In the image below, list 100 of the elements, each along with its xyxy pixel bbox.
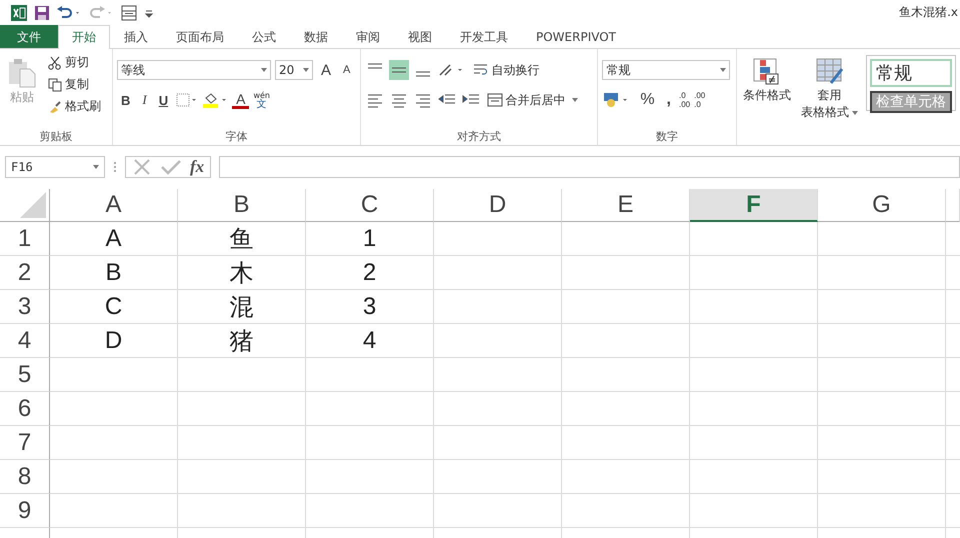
fill-color-icon[interactable]	[202, 92, 228, 108]
underline-button[interactable]: U	[154, 92, 172, 108]
row-header[interactable]: 6	[0, 392, 50, 426]
table-cell[interactable]	[562, 256, 690, 290]
ribbon-tab[interactable]: 页面布局	[162, 25, 238, 48]
row-header[interactable]: 8	[0, 460, 50, 494]
row-header[interactable]: 7	[0, 426, 50, 460]
checkmark-icon[interactable]	[160, 158, 182, 176]
ribbon-tab[interactable]: 开始	[58, 25, 110, 49]
table-cell[interactable]	[434, 426, 562, 460]
table-cell[interactable]: 木	[178, 256, 306, 290]
table-cell[interactable]	[178, 426, 306, 460]
table-cell[interactable]	[434, 290, 562, 324]
column-header[interactable]: F	[690, 189, 818, 222]
table-cell[interactable]	[434, 392, 562, 426]
formula-input[interactable]	[219, 156, 960, 178]
table-cell[interactable]	[690, 256, 818, 290]
table-cell[interactable]	[50, 460, 178, 494]
table-cell[interactable]	[562, 392, 690, 426]
table-cell[interactable]: A	[50, 222, 178, 256]
table-cell[interactable]	[690, 222, 818, 256]
column-header[interactable]: D	[434, 189, 562, 222]
redo-icon[interactable]	[88, 4, 114, 20]
table-cell[interactable]: 鱼	[178, 222, 306, 256]
table-cell[interactable]	[690, 494, 818, 528]
font-size-field[interactable]: 20	[274, 60, 313, 80]
name-box[interactable]: F16	[5, 156, 105, 178]
table-cell[interactable]: 4	[306, 324, 434, 358]
merge-center-button[interactable]: 合并后居中	[484, 90, 580, 110]
table-cell[interactable]	[690, 392, 818, 426]
insert-function-button[interactable]: fx	[190, 157, 204, 177]
ribbon-tab[interactable]: 审阅	[342, 25, 394, 48]
format-as-table-button[interactable]: 套用 表格格式	[799, 53, 860, 145]
row-header[interactable]: 4	[0, 324, 50, 358]
save-icon[interactable]	[34, 4, 50, 20]
table-cell[interactable]: 2	[306, 256, 434, 290]
table-cell[interactable]	[690, 324, 818, 358]
table-cell[interactable]	[50, 426, 178, 460]
row-header[interactable]: 1	[0, 222, 50, 256]
table-cell[interactable]	[50, 392, 178, 426]
align-middle-icon[interactable]	[388, 60, 409, 80]
select-all-icon[interactable]	[20, 192, 46, 218]
cancel-icon[interactable]	[132, 158, 152, 176]
italic-button[interactable]: I	[138, 92, 151, 108]
table-cell[interactable]	[818, 222, 946, 256]
decrease-decimal-button[interactable]: .00 .0	[694, 91, 706, 109]
table-cell[interactable]	[690, 426, 818, 460]
increase-decimal-button[interactable]: .0 .00	[679, 91, 690, 109]
row-header[interactable]: 9	[0, 494, 50, 528]
table-cell[interactable]	[562, 358, 690, 392]
row-header[interactable]: 2	[0, 256, 50, 290]
table-cell[interactable]	[690, 358, 818, 392]
table-cell[interactable]	[562, 426, 690, 460]
table-cell[interactable]	[306, 426, 434, 460]
table-cell[interactable]	[818, 392, 946, 426]
row-header[interactable]: 5	[0, 358, 50, 392]
conditional-format-button[interactable]: 条件格式	[741, 53, 794, 145]
row-header[interactable]: 3	[0, 290, 50, 324]
number-format-field[interactable]: 常规	[602, 60, 730, 80]
table-cell[interactable]: 混	[178, 290, 306, 324]
borders-icon[interactable]	[176, 93, 198, 107]
table-cell[interactable]: B	[50, 256, 178, 290]
cell-style-swatch[interactable]: 常规	[870, 59, 952, 87]
ribbon-tab[interactable]: POWERPIVOT	[522, 25, 630, 48]
table-cell[interactable]	[562, 222, 690, 256]
ribbon-tab[interactable]: 插入	[110, 25, 162, 48]
undo-icon[interactable]	[56, 4, 82, 20]
ribbon-tab[interactable]: 数据	[290, 25, 342, 48]
table-cell[interactable]	[818, 290, 946, 324]
table-cell[interactable]	[306, 392, 434, 426]
form-icon[interactable]	[120, 4, 138, 22]
column-header[interactable]: G	[818, 189, 946, 222]
column-header[interactable]	[946, 189, 960, 222]
table-cell[interactable]	[690, 290, 818, 324]
column-header[interactable]: B	[178, 189, 306, 222]
table-cell[interactable]	[562, 494, 690, 528]
phonetic-button[interactable]: wén 文	[253, 91, 270, 109]
grow-font-button[interactable]: A	[316, 62, 335, 78]
table-cell[interactable]	[562, 460, 690, 494]
table-cell[interactable]	[562, 290, 690, 324]
font-name-field[interactable]: 等线	[116, 60, 271, 80]
table-cell[interactable]: 1	[306, 222, 434, 256]
ribbon-tab[interactable]: 开发工具	[446, 25, 522, 48]
bold-button[interactable]: B	[116, 92, 134, 108]
table-cell[interactable]	[818, 256, 946, 290]
format-painter-button[interactable]: 格式刷	[46, 97, 103, 116]
customize-toolbar-icon[interactable]	[144, 8, 154, 18]
table-cell[interactable]	[178, 392, 306, 426]
copy-button[interactable]: 复制	[46, 75, 103, 94]
table-cell[interactable]	[818, 358, 946, 392]
table-cell[interactable]: C	[50, 290, 178, 324]
table-cell[interactable]	[306, 494, 434, 528]
table-cell[interactable]	[178, 460, 306, 494]
excel-logo-icon[interactable]	[10, 4, 28, 22]
column-header[interactable]: C	[306, 189, 434, 222]
table-cell[interactable]	[434, 222, 562, 256]
table-cell[interactable]	[434, 324, 562, 358]
file-tab[interactable]: 文件	[0, 25, 58, 48]
ribbon-tab[interactable]: 公式	[238, 25, 290, 48]
table-cell[interactable]	[818, 426, 946, 460]
